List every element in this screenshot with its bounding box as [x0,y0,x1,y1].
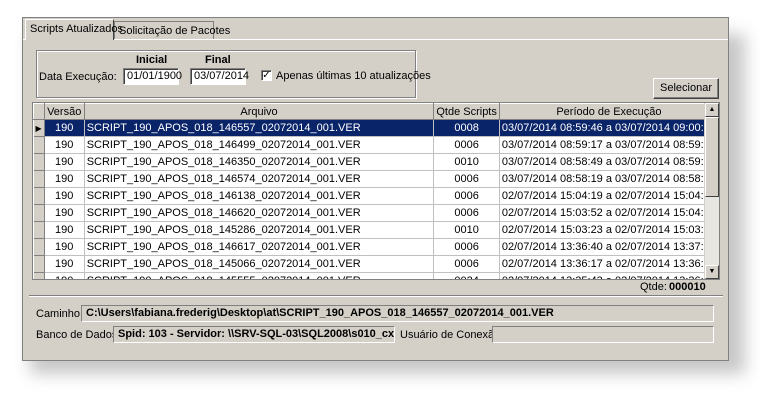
cell-versao[interactable]: 190 [44,119,85,137]
cell-versao[interactable]: 190 [44,136,85,154]
table-row[interactable]: 190 SCRIPT_190_APOS_018_146499_02072014_0… [33,136,719,154]
row-indicator[interactable] [33,255,45,273]
row-indicator[interactable] [33,272,45,279]
table-row[interactable]: ▶ 190 SCRIPT_190_APOS_018_146557_02072014_… [33,119,719,137]
cell-qtde[interactable]: 0024 [433,272,500,279]
cell-versao[interactable]: 190 [44,153,85,171]
cell-arquivo[interactable]: SCRIPT_190_APOS_018_146499_02072014_001.… [84,136,435,154]
table-row[interactable]: 190 SCRIPT_190_APOS_018_146350_02072014_0… [33,153,719,171]
cell-versao[interactable]: 190 [44,204,85,222]
cell-periodo[interactable]: 02/07/2014 13:36:40 a 02/07/2014 13:37:0… [499,238,719,256]
cell-qtde[interactable]: 0010 [433,221,500,239]
table-row[interactable]: 190 SCRIPT_190_APOS_018_146617_02072014_0… [33,238,719,256]
cell-qtde[interactable]: 0006 [433,204,500,222]
caminho-label: Caminho: [36,308,84,320]
usuario-label: Usuário de Conexão: [400,329,504,341]
header-row: Versão Arquivo Qtde Scripts Período de E… [33,103,719,120]
scroll-down-button[interactable]: ▼ [705,265,719,279]
cell-qtde[interactable]: 0006 [433,170,500,188]
arrow-down-icon: ▼ [708,268,716,275]
cell-arquivo[interactable]: SCRIPT_190_APOS_018_146620_02072014_001.… [84,204,435,222]
check-icon: ✓ [262,70,271,81]
date-label: Data Execução: [39,71,117,83]
cell-periodo[interactable]: 02/07/2014 15:04:19 a 02/07/2014 15:04:4… [499,187,719,205]
col-header-versao[interactable]: Versão [43,103,85,120]
cell-qtde[interactable]: 0008 [433,119,500,137]
table-row[interactable]: 190 SCRIPT_190_APOS_018_146574_02072014_0… [33,170,719,188]
main-panel: Scripts Atualizados Solicitação de Pacot… [22,17,729,361]
scripts-table: Versão Arquivo Qtde Scripts Período de E… [33,103,719,279]
cell-qtde[interactable]: 0006 [433,255,500,273]
tab-divider [23,39,728,40]
cell-periodo[interactable]: 03/07/2014 08:58:49 a 03/07/2014 08:59:1… [499,153,719,171]
scripts-grid: Versão Arquivo Qtde Scripts Período de E… [32,102,720,280]
cell-qtde[interactable]: 0006 [433,187,500,205]
arrow-up-icon: ▲ [708,106,716,113]
cell-versao[interactable]: 190 [44,221,85,239]
cell-versao[interactable]: 190 [44,255,85,273]
cell-arquivo[interactable]: SCRIPT_190_APOS_018_146350_02072014_001.… [84,153,435,171]
cell-arquivo[interactable]: SCRIPT_190_APOS_018_146574_02072014_001.… [84,170,435,188]
table-row[interactable]: 190 SCRIPT_190_APOS_018_145286_02072014_0… [33,221,719,239]
cell-arquivo[interactable]: SCRIPT_190_APOS_018_146557_02072014_001.… [84,119,435,137]
cell-periodo[interactable]: 02/07/2014 13:35:43 a 02/07/2014 13:36:1… [499,272,719,279]
cell-qtde[interactable]: 0006 [433,136,500,154]
cell-periodo[interactable]: 02/07/2014 15:03:23 a 02/07/2014 15:03:5… [499,221,719,239]
col-header-qtde[interactable]: Qtde Scripts [433,103,500,120]
caminho-field: C:\Users\fabiana.frederig\Desktop\at\SCR… [81,305,714,322]
row-indicator[interactable] [33,204,45,222]
scroll-thumb[interactable] [705,117,719,197]
cell-periodo[interactable]: 02/07/2014 15:03:52 a 02/07/2014 15:04:1… [499,204,719,222]
tab-scripts-atualizados[interactable]: Scripts Atualizados [25,19,123,40]
table-row[interactable]: 190SCRIPT_190_APOS_018_145555_02072014_0… [33,272,719,279]
row-indicator[interactable] [33,221,45,239]
scroll-up-button[interactable]: ▲ [705,103,719,117]
table-row[interactable]: 190 SCRIPT_190_APOS_018_146620_02072014_0… [33,204,719,222]
col-header-periodo[interactable]: Período de Execução [498,103,719,120]
cell-arquivo[interactable]: SCRIPT_190_APOS_018_145555_02072014_001.… [84,272,435,279]
qtde-label: Qtde: [640,281,667,293]
table-row[interactable]: 190 SCRIPT_190_APOS_018_146138_02072014_0… [33,187,719,205]
cell-versao[interactable]: 190 [44,272,85,279]
usuario-field [492,326,714,343]
cell-qtde[interactable]: 0006 [433,238,500,256]
bottom-separator [29,295,723,297]
cell-periodo[interactable]: 03/07/2014 08:59:46 a 03/07/2014 09:00:1… [499,119,719,137]
cell-arquivo[interactable]: SCRIPT_190_APOS_018_145066_02072014_001.… [84,255,435,273]
cell-periodo[interactable]: 03/07/2014 08:59:17 a 03/07/2014 08:59:4… [499,136,719,154]
filter-group: Inicial Final Data Execução: 01/01/1900 … [36,50,431,98]
cell-arquivo[interactable]: SCRIPT_190_APOS_018_145286_02072014_001.… [84,221,435,239]
row-indicator[interactable] [33,238,45,256]
current-row-arrow-icon[interactable]: ▶ [33,119,45,137]
select-button[interactable]: Selecionar [653,78,719,99]
cell-periodo[interactable]: 03/07/2014 08:58:19 a 03/07/2014 08:58:4… [499,170,719,188]
col-header-arquivo[interactable]: Arquivo [83,103,435,120]
cell-arquivo[interactable]: SCRIPT_190_APOS_018_146617_02072014_001.… [84,238,435,256]
initial-date-input[interactable]: 01/01/1900 [123,68,182,85]
final-date-input[interactable]: 03/07/2014 [190,68,249,85]
table-row[interactable]: 190 SCRIPT_190_APOS_018_145066_02072014_0… [33,255,719,273]
cell-versao[interactable]: 190 [44,187,85,205]
final-header: Final [205,54,231,66]
cell-versao[interactable]: 190 [44,238,85,256]
qtde-value: 000010 [669,281,706,293]
last-updates-label: Apenas últimas 10 atualizações [276,70,431,82]
last-updates-checkbox[interactable]: ✓ [261,70,272,81]
cell-versao[interactable]: 190 [44,170,85,188]
banco-field: Spid: 103 - Servidor: \\SRV-SQL-03\SQL20… [113,326,395,343]
row-indicator-header [33,103,45,120]
banco-label: Banco de Dados: [36,329,121,341]
vertical-scrollbar[interactable]: ▲ ▼ [704,103,719,279]
row-indicator[interactable] [33,136,45,154]
cell-arquivo[interactable]: SCRIPT_190_APOS_018_146138_02072014_001.… [84,187,435,205]
cell-periodo[interactable]: 02/07/2014 13:36:17 a 02/07/2014 13:36:4… [499,255,719,273]
cell-qtde[interactable]: 0010 [433,153,500,171]
row-indicator[interactable] [33,187,45,205]
row-indicator[interactable] [33,153,45,171]
tab-solicitacao-pacotes[interactable]: Solicitação de Pacotes [114,21,230,40]
row-indicator[interactable] [33,170,45,188]
initial-header: Inicial [136,54,168,66]
